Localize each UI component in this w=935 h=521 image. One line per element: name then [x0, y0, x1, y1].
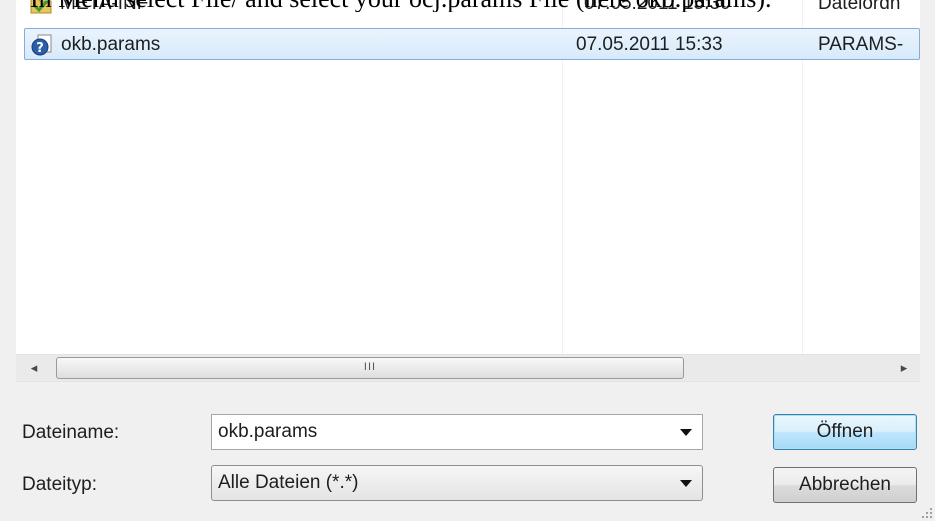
- filename-input[interactable]: okb.params: [218, 415, 317, 449]
- scroll-left-icon[interactable]: ◂: [20, 355, 48, 381]
- unknown-file-icon: ?: [31, 34, 52, 56]
- filename-combobox[interactable]: okb.params: [211, 414, 703, 450]
- open-button[interactable]: Öffnen: [773, 414, 917, 450]
- file-name: okb.params: [61, 34, 161, 55]
- filetype-select[interactable]: Alle Dateien (*.*): [211, 465, 703, 501]
- filename-label: Dateiname:: [22, 422, 120, 443]
- resize-grip-icon[interactable]: [921, 507, 933, 519]
- instruction-caption: In Menu select File/ and select your ocj…: [30, 0, 935, 12]
- filetype-value: Alle Dateien (*.*): [218, 472, 359, 493]
- svg-text:?: ?: [36, 41, 44, 56]
- grip-icon: III: [363, 361, 377, 373]
- file-open-dialog: META-INF 07.05.2011 15:30 Dateiordn ? ok…: [0, 0, 935, 521]
- file-type: PARAMS-: [818, 34, 904, 55]
- cancel-button[interactable]: Abbrechen: [773, 467, 917, 503]
- file-list[interactable]: META-INF 07.05.2011 15:30 Dateiordn ? ok…: [16, 0, 920, 354]
- horizontal-scrollbar[interactable]: ◂ III ▸: [16, 354, 920, 382]
- file-date: 07.05.2011 15:33: [576, 34, 723, 55]
- scrollbar-thumb[interactable]: III: [56, 357, 684, 379]
- chevron-down-icon[interactable]: [680, 480, 692, 487]
- scroll-right-icon[interactable]: ▸: [890, 355, 918, 381]
- chevron-down-icon[interactable]: [680, 429, 692, 436]
- filetype-label: Dateityp:: [22, 474, 97, 495]
- file-row-okb-params[interactable]: ? okb.params 07.05.2011 15:33 PARAMS-: [24, 28, 920, 60]
